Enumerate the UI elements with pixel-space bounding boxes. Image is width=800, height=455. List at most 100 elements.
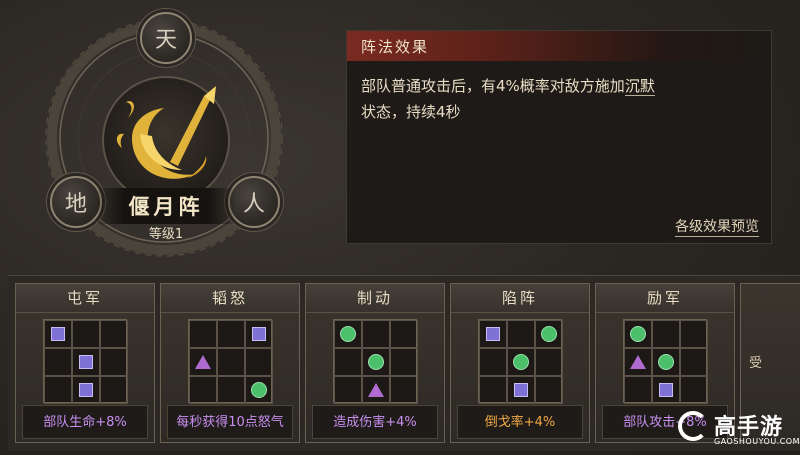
formation-card[interactable]: 韬怒每秒获得10点怒气 bbox=[160, 283, 300, 443]
effect-panel: 阵法效果 部队普通攻击后，有4%概率对敌方施加沉默状态，持续4秒 各级效果预览 bbox=[346, 30, 772, 244]
circle-unit-icon bbox=[251, 382, 267, 398]
square-unit-icon bbox=[79, 383, 93, 397]
grid-cell bbox=[507, 320, 535, 348]
circle-unit-icon bbox=[340, 326, 356, 342]
grid-cell bbox=[390, 320, 418, 348]
effect-text-main: 部队普通攻击后，有4%概率对敌方施加 bbox=[361, 77, 625, 95]
grid-cell bbox=[535, 348, 563, 376]
triangle-unit-icon bbox=[630, 355, 646, 369]
grid-cell bbox=[479, 320, 507, 348]
grid-cell bbox=[334, 348, 362, 376]
formation-level: 等级1 bbox=[148, 227, 184, 242]
formation-card-bonus: 造成伤害+4% bbox=[312, 405, 438, 439]
formation-card-bonus: 部队生命+8% bbox=[22, 405, 148, 439]
grid-cell bbox=[72, 376, 100, 404]
square-unit-icon bbox=[486, 327, 500, 341]
watermark-url: GAOSHOUYOU.COM bbox=[714, 437, 800, 446]
triangle-unit-icon bbox=[195, 355, 211, 369]
effect-description: 部队普通攻击后，有4%概率对敌方施加沉默状态，持续4秒 bbox=[347, 61, 771, 125]
square-unit-icon bbox=[51, 327, 65, 341]
grid-cell bbox=[245, 376, 273, 404]
grid-cell bbox=[72, 320, 100, 348]
circle-unit-icon bbox=[541, 326, 557, 342]
grid-cell bbox=[44, 348, 72, 376]
grid-cell bbox=[624, 320, 652, 348]
node-earth[interactable]: 地 bbox=[50, 176, 102, 228]
grid-cell bbox=[334, 320, 362, 348]
grid-cell bbox=[100, 320, 128, 348]
formation-core bbox=[102, 76, 230, 204]
formation-card[interactable]: 制动造成伤害+4% bbox=[305, 283, 445, 443]
grid-cell bbox=[680, 376, 708, 404]
circle-unit-icon bbox=[368, 354, 384, 370]
grid-cell bbox=[189, 348, 217, 376]
triangle-unit-icon bbox=[368, 383, 384, 397]
node-earth-glyph: 地 bbox=[64, 192, 87, 217]
formation-grid bbox=[478, 319, 563, 404]
silence-keyword-link[interactable]: 沉默 bbox=[624, 77, 655, 96]
formation-grid bbox=[623, 319, 708, 404]
grid-cell bbox=[624, 376, 652, 404]
formation-card-bonus: 每秒获得10点怒气 bbox=[167, 405, 293, 439]
grid-cell bbox=[680, 320, 708, 348]
formation-card-title: 韬怒 bbox=[161, 284, 299, 313]
formation-grid bbox=[333, 319, 418, 404]
crescent-blade-icon bbox=[116, 86, 216, 179]
grid-cell bbox=[245, 348, 273, 376]
circle-unit-icon bbox=[630, 326, 646, 342]
formation-card-bonus: 倒戈率+4% bbox=[457, 405, 583, 439]
grid-cell bbox=[189, 320, 217, 348]
grid-cell bbox=[507, 376, 535, 404]
grid-cell bbox=[100, 376, 128, 404]
grid-cell bbox=[479, 348, 507, 376]
grid-cell bbox=[72, 348, 100, 376]
grid-cell bbox=[624, 348, 652, 376]
grid-cell bbox=[652, 320, 680, 348]
grid-cell bbox=[217, 376, 245, 404]
brand-logo-icon bbox=[678, 411, 708, 441]
formation-grid bbox=[43, 319, 128, 404]
grid-cell bbox=[362, 320, 390, 348]
level-effects-preview-link[interactable]: 各级效果预览 bbox=[675, 216, 759, 237]
formation-card-title: 陷阵 bbox=[451, 284, 589, 313]
grid-cell bbox=[479, 376, 507, 404]
grid-cell bbox=[535, 320, 563, 348]
grid-cell bbox=[390, 348, 418, 376]
square-unit-icon bbox=[514, 383, 528, 397]
formation-card[interactable]: 屯军部队生命+8% bbox=[15, 283, 155, 443]
grid-cell bbox=[680, 348, 708, 376]
effect-text-tail: 状态，持续4秒 bbox=[361, 103, 461, 121]
node-heaven-glyph: 天 bbox=[154, 28, 177, 53]
grid-cell bbox=[217, 320, 245, 348]
partial-card-text: 受 bbox=[749, 356, 763, 371]
formation-emblem: 天 地 人 偃月阵 等级1 bbox=[40, 8, 290, 258]
formation-card-title: 屯军 bbox=[16, 284, 154, 313]
formation-name: 偃月阵 bbox=[96, 188, 236, 224]
grid-cell bbox=[362, 348, 390, 376]
formation-card-title: 制动 bbox=[306, 284, 444, 313]
grid-cell bbox=[189, 376, 217, 404]
grid-cell bbox=[507, 348, 535, 376]
formation-card-title: 励军 bbox=[596, 284, 734, 313]
grid-cell bbox=[217, 348, 245, 376]
square-unit-icon bbox=[659, 383, 673, 397]
grid-cell bbox=[652, 348, 680, 376]
grid-cell bbox=[44, 320, 72, 348]
grid-cell bbox=[652, 376, 680, 404]
grid-cell bbox=[44, 376, 72, 404]
formation-grid bbox=[188, 319, 273, 404]
grid-cell bbox=[100, 348, 128, 376]
node-heaven[interactable]: 天 bbox=[140, 12, 192, 64]
circle-unit-icon bbox=[658, 354, 674, 370]
square-unit-icon bbox=[79, 355, 93, 369]
grid-cell bbox=[245, 320, 273, 348]
grid-cell bbox=[390, 376, 418, 404]
grid-cell bbox=[334, 376, 362, 404]
formation-card[interactable]: 陷阵倒戈率+4% bbox=[450, 283, 590, 443]
effect-header: 阵法效果 bbox=[347, 31, 771, 61]
node-human-glyph: 人 bbox=[242, 192, 265, 217]
circle-unit-icon bbox=[513, 354, 529, 370]
grid-cell bbox=[362, 376, 390, 404]
watermark: 高手游 GAOSHOUYOU.COM bbox=[676, 408, 800, 453]
square-unit-icon bbox=[252, 327, 266, 341]
